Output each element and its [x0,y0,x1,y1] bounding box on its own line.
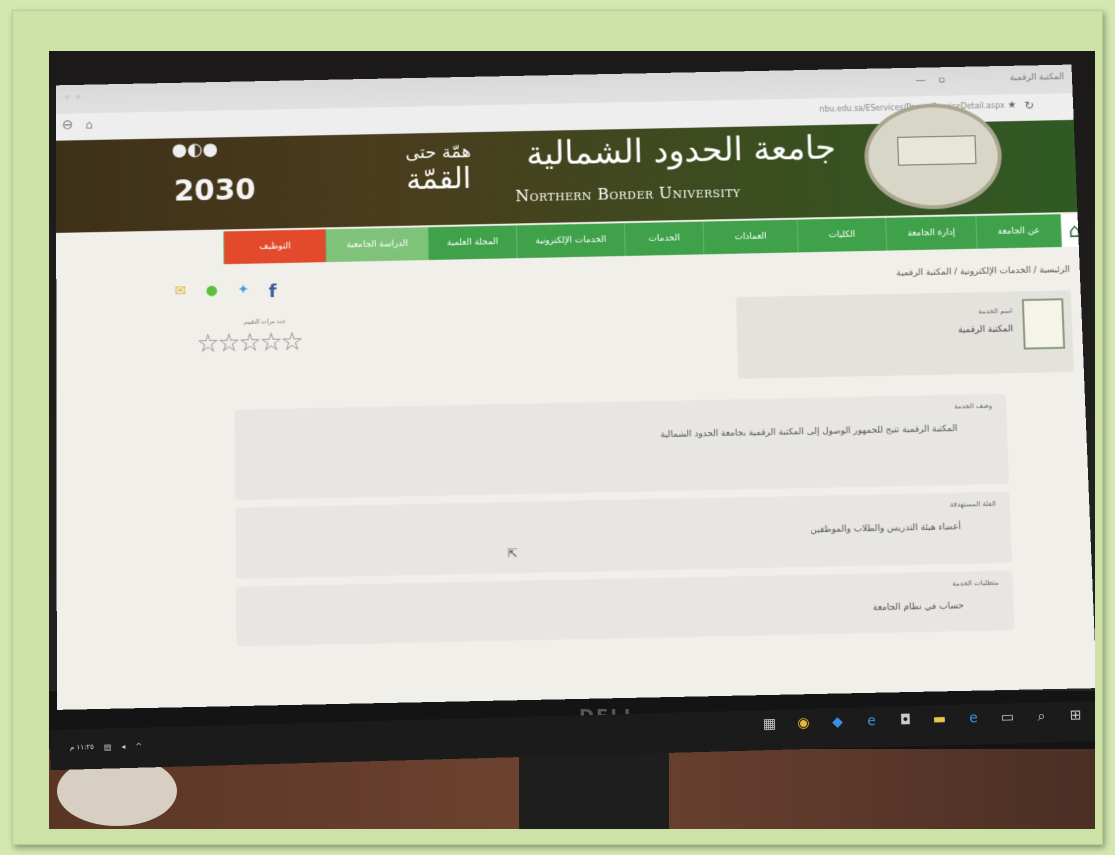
favorite-star-icon[interactable]: ★ [1007,100,1016,111]
app-icon[interactable]: ◆ [827,714,848,735]
nav-item-jobs[interactable]: التوظيف [223,229,326,265]
page-content: ✉ ● ✦ f الرئيسية / الخدمات الإلكترونية /… [174,254,1075,710]
panel-label: الفئة المستهدفة [949,499,997,509]
nav-item-about[interactable]: عن الجامعة [975,214,1062,249]
whatsapp-icon[interactable]: ● [206,283,218,304]
university-name-english[interactable]: Northern Border University [515,182,741,205]
service-name-label: اسم الخدمة [978,307,1013,316]
nav-item-colleges[interactable]: الكليات [796,217,887,253]
tab-title[interactable]: المكتبة الرقمية [1009,72,1064,83]
search-icon[interactable]: ⌕ [1031,708,1052,729]
service-title-box: اسم الخدمة المكتبة الرقمية [736,290,1075,379]
service-description-panel: وصف الخدمة المكتبة الرقمية تتيح للجمهور … [234,393,1010,500]
volume-icon[interactable]: ◂ [121,742,125,751]
photo-frame: DELL ◦ ◦ — ▫ المكتبة الرقمية ⊖ ⌂ nbu.edu… [12,10,1103,845]
task-view-icon[interactable]: ▭ [997,709,1018,730]
panel-label: متطلبات الخدمة [952,578,999,588]
vision-2030-logo: 2030 [173,173,256,209]
panel-text: أعضاء هيئة التدريس والطلاب والموظفين [810,522,962,536]
summit-text: القمّة [405,161,472,197]
nav-item-deanships[interactable]: العمادات [702,219,798,255]
taskbar-apps: ▦ ◉ ◆ e ◘ ▬ e ▭ ⌕ ⊞ [759,707,1085,736]
nav-item-study[interactable]: الدراسة الجامعية [325,227,429,263]
back-icon[interactable]: ⊖ [62,117,74,133]
service-document-icon [1021,298,1066,350]
ie-icon[interactable]: e [963,710,984,731]
nav-home-icon[interactable]: ⌂ [1059,213,1089,247]
summit-logo: همّة حتى القمّة [394,142,483,198]
university-name-arabic[interactable]: جامعة الحدود الشمالية [526,129,836,174]
panel-text: حساب في نظام الجامعة [872,601,964,614]
monitor-stand [519,751,669,829]
requirements-panel: متطلبات الخدمة حساب في نظام الجامعة [236,570,1015,647]
rating-label: عدد مرات التقييم [243,318,287,326]
vision-logo-mark: ●◐● [171,139,218,161]
tray-chevron-icon[interactable]: ^ [135,742,142,751]
rating-stars[interactable]: ☆☆☆☆☆ [196,328,301,359]
panel-text: المكتبة الرقمية تتيح للجمهور الوصول إلى … [660,424,958,441]
maximize-icon[interactable]: ▫ [938,75,945,86]
minimize-icon[interactable]: — [916,75,926,86]
store-icon[interactable]: ◘ [895,712,916,733]
taskbar-clock[interactable]: ١١:٢٥ م [70,743,94,753]
start-icon[interactable]: ⊞ [1065,707,1086,728]
nav-item-services[interactable]: الخدمات [623,221,704,256]
network-icon[interactable]: ▤ [104,742,112,751]
seal-emblem [897,135,977,166]
file-explorer-icon[interactable]: ▬ [929,711,950,732]
panel-label: وصف الخدمة [953,401,993,411]
system-tray: ١١:٢٥ م ▤ ◂ ^ [70,742,142,753]
mouse-cursor-icon: ⇱ [507,546,518,561]
monitor-photo: DELL ◦ ◦ — ▫ المكتبة الرقمية ⊖ ⌂ nbu.edu… [49,51,1095,829]
social-share-bar: ✉ ● ✦ f [174,282,276,304]
nav-item-administration[interactable]: إدارة الجامعة [885,215,977,251]
service-name: المكتبة الرقمية [957,324,1014,336]
site-header-banner: ●◐● 2030 همّة حتى القمّة جامعة الحدود ال… [56,102,1078,233]
refresh-icon[interactable]: ↻ [1024,99,1034,113]
app-icon[interactable]: ▦ [759,716,780,737]
chrome-icon[interactable]: ◉ [793,715,814,736]
twitter-icon[interactable]: ✦ [237,282,249,303]
nav-item-eservices[interactable]: الخدمات الإلكترونية [515,223,625,259]
mail-icon[interactable]: ✉ [174,283,186,304]
target-audience-panel: الفئة المستهدفة أعضاء هيئة التدريس والطل… [235,491,1012,579]
nav-item-journal[interactable]: المجلة العلمية [427,225,517,261]
browser-home-icon[interactable]: ⌂ [85,118,92,132]
window-menu-icon[interactable]: ◦ ◦ [64,91,82,105]
breadcrumb[interactable]: الرئيسية / الخدمات الإلكترونية / المكتبة… [896,265,1070,278]
edge-icon[interactable]: e [861,713,882,734]
monitor-screen: ◦ ◦ — ▫ المكتبة الرقمية ⊖ ⌂ nbu.edu.sa/E… [55,64,1095,710]
facebook-icon[interactable]: f [269,282,277,302]
